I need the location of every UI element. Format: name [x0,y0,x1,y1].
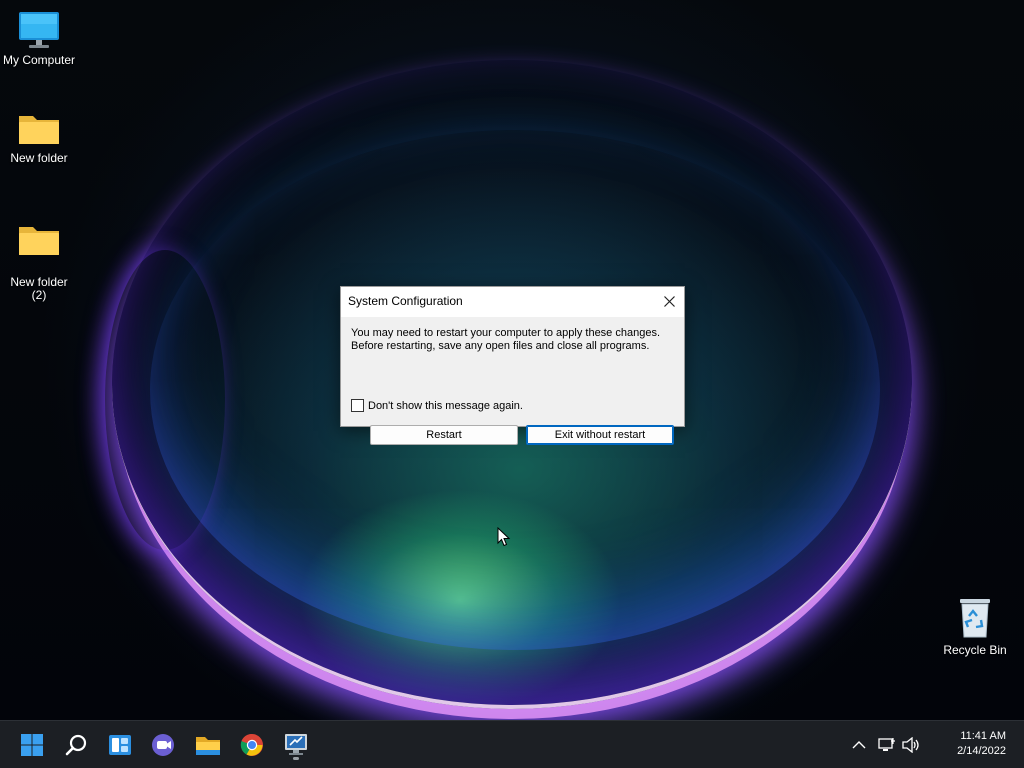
exit-without-restart-button[interactable]: Exit without restart [526,425,674,445]
dont-show-again-row[interactable]: Don't show this message again. [351,399,523,412]
folder-icon [19,116,59,144]
chrome-icon [240,733,263,756]
teams-chat-icon [152,734,174,756]
dialog-body: You may need to restart your computer to… [341,317,684,445]
show-hidden-icons-button[interactable] [849,735,869,755]
widgets-icon [109,735,131,755]
file-explorer-icon [196,737,220,755]
mouse-cursor-icon [497,527,511,547]
folder-icon [19,227,59,255]
desktop-icon-new-folder[interactable]: New folder [0,108,78,165]
dont-show-again-checkbox[interactable] [351,399,364,412]
system-configuration-dialog: System Configuration You may need to res… [340,286,685,445]
volume-button[interactable] [901,735,921,755]
desktop-icon-label: New folder [10,151,68,165]
desktop-icon-new-folder-2[interactable]: New folder (2) [0,206,78,302]
search-icon [65,734,87,756]
start-button[interactable] [14,727,50,763]
close-icon [663,295,675,307]
clock[interactable]: 11:41 AM 2/14/2022 [957,729,1006,759]
chrome-button[interactable] [234,727,270,763]
taskbar: 11:41 AM 2/14/2022 [0,720,1024,768]
file-explorer-button[interactable] [190,727,226,763]
recycle-bin-icon [960,599,990,638]
network-button[interactable] [877,735,897,755]
active-app-indicator [293,757,299,760]
desktop-icon-recycle-bin[interactable]: Recycle Bin [936,596,1014,657]
windows-start-icon [21,734,43,756]
desktop-icon-label: New folder (2) [10,275,68,302]
volume-icon [902,737,919,753]
desktop-icon-my-computer[interactable]: My Computer [0,10,78,67]
checkbox-label: Don't show this message again. [368,399,523,412]
close-button[interactable] [660,292,678,310]
widgets-button[interactable] [102,727,138,763]
desktop-screen: My Computer New folder New folder (2) Re… [0,0,1024,768]
wallpaper-glow [105,250,225,550]
restart-button[interactable]: Restart [370,425,518,445]
dialog-title: System Configuration [348,294,463,308]
chevron-up-icon [852,741,866,749]
search-button[interactable] [58,727,94,763]
desktop-icon-label: My Computer [2,53,76,67]
computer-icon [19,12,59,48]
system-tray: 11:41 AM 2/14/2022 [844,721,1024,768]
desktop-icon-label: Recycle Bin [943,643,1007,657]
msconfig-icon [285,734,307,755]
dialog-message-line-2: Before restarting, save any open files a… [351,340,650,352]
network-icon [878,738,895,751]
clock-date: 2/14/2022 [957,745,1006,757]
system-configuration-taskbar-button[interactable] [278,727,314,763]
clock-time: 11:41 AM [960,730,1006,742]
chat-button[interactable] [146,727,182,763]
dialog-message-line-1: You may need to restart your computer to… [351,327,660,339]
